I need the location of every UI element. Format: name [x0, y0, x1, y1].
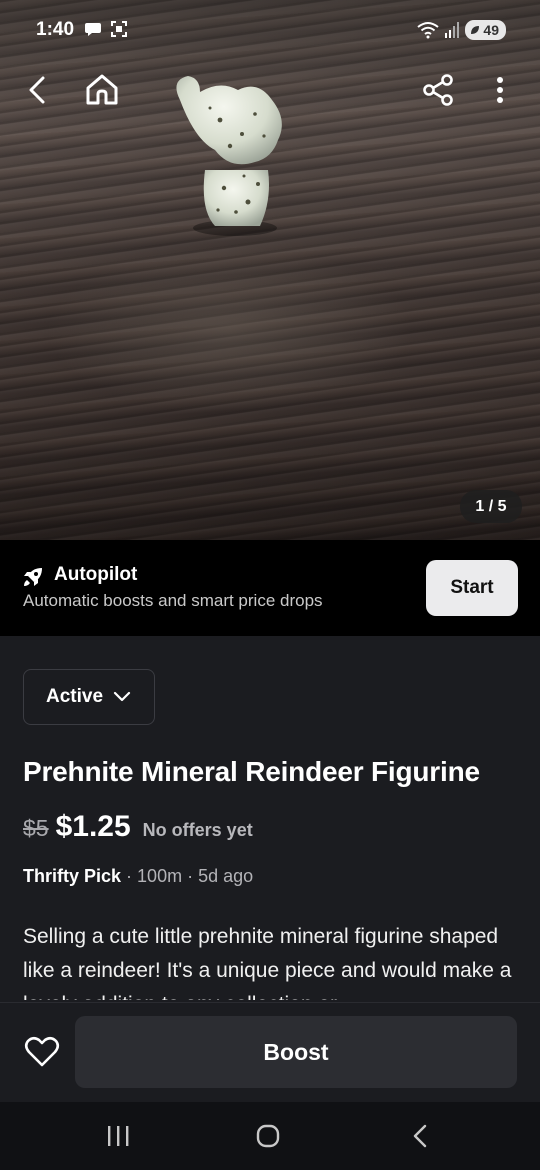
autopilot-title: Autopilot — [54, 564, 138, 585]
home-button[interactable] — [80, 68, 124, 112]
listing-posted-time: · 5d ago — [187, 866, 254, 886]
clock: 1:40 — [36, 19, 75, 40]
screenshot-icon — [111, 21, 127, 37]
status-bar: 1:40 49 — [0, 0, 540, 62]
listing-meta: Thrifty Pick · 100m · 5d ago — [23, 866, 253, 887]
autopilot-subtitle: Automatic boosts and smart price drops — [23, 591, 323, 610]
listing-distance: · 100m — [126, 866, 183, 886]
system-home-button[interactable] — [248, 1120, 288, 1152]
listing-title: Prehnite Mineral Reindeer Figurine — [23, 756, 480, 787]
more-vertical-icon — [497, 77, 503, 103]
share-icon — [423, 74, 453, 106]
listing-description: Selling a cute little prehnite mineral f… — [23, 925, 512, 1000]
battery-icon — [471, 26, 480, 34]
top-navigation — [0, 62, 540, 118]
chevron-down-icon — [113, 691, 131, 702]
battery-indicator: 49 — [465, 20, 506, 40]
chevron-left-icon — [29, 76, 45, 104]
heart-icon[interactable] — [24, 1034, 60, 1070]
original-price: $5 — [23, 815, 49, 841]
photo-counter: 1 / 5 — [460, 490, 522, 523]
battery-level: 49 — [483, 22, 499, 38]
more-options-button[interactable] — [478, 68, 522, 112]
system-home-icon — [256, 1124, 280, 1148]
system-back-icon — [413, 1124, 427, 1148]
seller-name[interactable]: Thrifty Pick — [23, 866, 121, 886]
home-icon — [86, 74, 118, 105]
rocket-icon — [24, 568, 42, 586]
system-navigation-bar — [0, 1102, 540, 1170]
autopilot-start-button[interactable]: Start — [426, 560, 518, 616]
wifi-icon — [417, 22, 440, 39]
current-price: $1.25 — [55, 810, 131, 843]
back-button[interactable] — [16, 68, 60, 112]
share-button[interactable] — [416, 68, 460, 112]
chat-bubble-icon — [85, 23, 101, 36]
recent-apps-button[interactable] — [98, 1120, 138, 1152]
system-back-button[interactable] — [400, 1120, 440, 1152]
listing-status-dropdown[interactable]: Active — [23, 669, 155, 725]
recent-apps-icon — [108, 1126, 129, 1146]
signal-icon — [445, 22, 460, 38]
boost-button[interactable]: Boost — [75, 1016, 517, 1088]
price-row: $5 $1.25 No offers yet — [23, 810, 253, 844]
offers-status: No offers yet — [142, 820, 253, 840]
listing-status-label: Active — [46, 686, 104, 707]
